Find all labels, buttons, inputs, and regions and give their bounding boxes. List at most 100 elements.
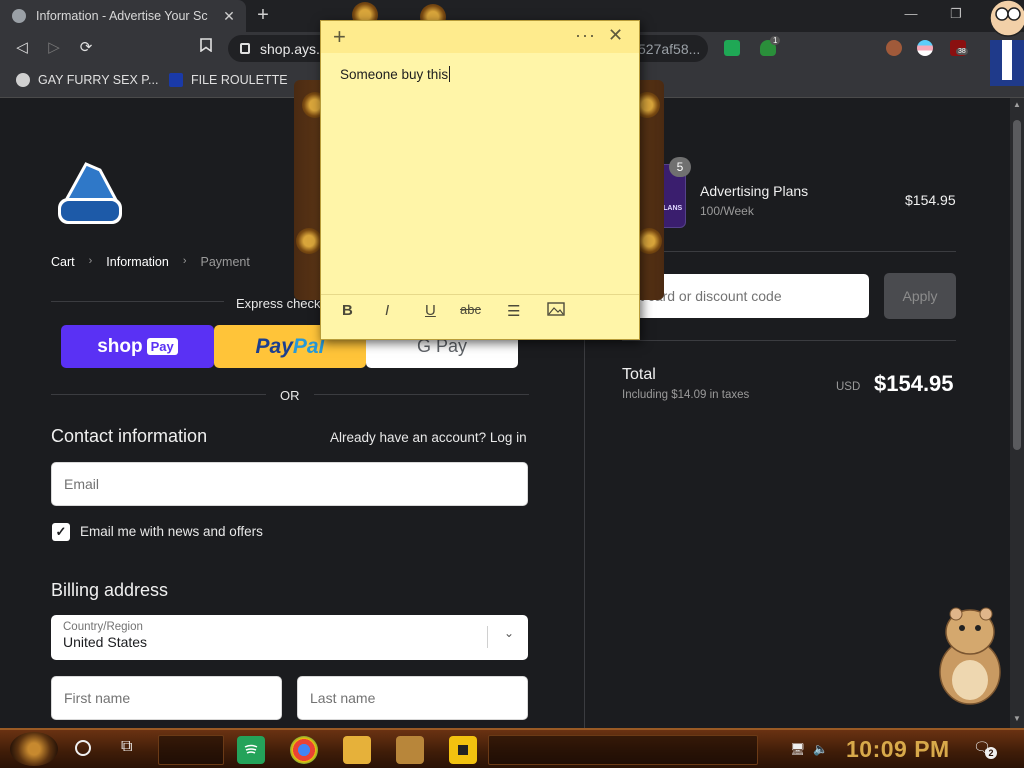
- game-app-icon[interactable]: [396, 736, 424, 764]
- lock-icon: [240, 43, 250, 54]
- shield-extension-icon[interactable]: 1: [760, 36, 781, 56]
- bookmark-item[interactable]: GAY FURRY SEX P...: [16, 73, 158, 87]
- scroll-up-icon[interactable]: ▲: [1010, 100, 1024, 112]
- strikethrough-icon[interactable]: abc: [460, 302, 481, 317]
- chrome-app-icon[interactable]: [290, 736, 318, 764]
- summary-divider: [622, 340, 956, 341]
- more-options-icon[interactable]: ···: [575, 25, 596, 46]
- email-field[interactable]: Email: [51, 462, 528, 506]
- notification-icon[interactable]: 🗨 2: [973, 739, 997, 759]
- spotify-app-icon[interactable]: [237, 736, 265, 764]
- gear-icon: [296, 228, 322, 254]
- total-label: Total: [622, 366, 656, 383]
- address-bar-url: shop.ays.: [260, 40, 320, 57]
- shop-pay-button[interactable]: shop Pay: [61, 325, 214, 368]
- notification-count: 2: [985, 747, 997, 759]
- cartoon-character-image: [989, 0, 1024, 86]
- tab-close-icon[interactable]: ✕: [220, 7, 238, 25]
- bookmark-item[interactable]: FILE ROULETTE: [169, 73, 288, 87]
- bullet-list-icon[interactable]: ☰: [507, 302, 520, 320]
- back-button[interactable]: ◁: [11, 37, 33, 59]
- newsletter-label: Email me with news and offers: [80, 524, 263, 539]
- product-price: $154.95: [905, 192, 956, 208]
- shop-pay-pill: Pay: [146, 338, 178, 355]
- hamster-mascot-image: [939, 607, 1001, 705]
- breadcrumb-information: Information: [106, 255, 169, 269]
- taskbar: ⧉ 🖥 🔈 10:09 PM 🗨 2: [0, 728, 1024, 768]
- or-label: OR: [280, 388, 300, 403]
- globe-icon: [12, 9, 26, 23]
- product-variant: 100/Week: [700, 204, 754, 218]
- total-amount: $154.95: [874, 371, 954, 396]
- contact-information-title: Contact information: [51, 426, 208, 446]
- underline-icon[interactable]: U: [425, 302, 436, 319]
- apply-button[interactable]: Apply: [884, 273, 956, 319]
- address-bar-url-tail: 527af58...: [638, 40, 701, 57]
- start-button[interactable]: [10, 732, 58, 766]
- taskbar-slot: [488, 735, 758, 765]
- breadcrumb-payment: Payment: [200, 255, 250, 269]
- tax-note: Including $14.09 in taxes: [622, 389, 750, 401]
- scroll-down-icon[interactable]: ▼: [1010, 714, 1024, 726]
- bold-icon[interactable]: B: [342, 302, 353, 319]
- flag-extension-icon[interactable]: [917, 40, 933, 56]
- extension-badge: 1: [770, 36, 781, 45]
- minimize-button[interactable]: —: [901, 6, 921, 24]
- bookmark-label: FILE ROULETTE: [191, 73, 288, 87]
- italic-icon[interactable]: I: [385, 302, 389, 319]
- globe-icon: [16, 73, 30, 87]
- sticky-notes-app-icon[interactable]: [449, 736, 477, 764]
- select-separator: [487, 626, 488, 648]
- file-roulette-icon: [169, 73, 183, 87]
- discount-code-field[interactable]: t card or discount code: [634, 274, 869, 318]
- summary-divider: [622, 251, 956, 252]
- forward-button[interactable]: ▷: [43, 37, 65, 59]
- new-tab-button[interactable]: +: [252, 4, 274, 26]
- quantity-badge: 5: [669, 157, 691, 177]
- extension-icon-green[interactable]: [724, 40, 740, 56]
- search-icon[interactable]: [75, 740, 91, 756]
- bookmark-icon[interactable]: [195, 37, 217, 59]
- product-name: Advertising Plans: [700, 183, 809, 199]
- country-select[interactable]: Country/Region United States ⌄: [51, 615, 528, 660]
- breadcrumb: Cart › Information › Payment: [51, 255, 250, 269]
- or-divider-left: [51, 394, 266, 395]
- sticky-note-window[interactable]: + ··· ✕ Someone buy this B I U abc ☰: [320, 20, 640, 340]
- add-note-icon[interactable]: +: [333, 24, 346, 50]
- image-icon[interactable]: [547, 302, 565, 320]
- page-scrollbar[interactable]: ▲ ▼: [1010, 98, 1024, 728]
- file-explorer-icon[interactable]: [343, 736, 371, 764]
- ublock-icon[interactable]: 38: [950, 40, 968, 56]
- tab-title: Information - Advertise Your Sc: [36, 9, 208, 23]
- login-link[interactable]: Already have an account? Log in: [330, 430, 527, 445]
- chevron-down-icon: ⌄: [503, 626, 514, 640]
- taskbar-clock[interactable]: 10:09 PM: [846, 736, 950, 763]
- browser-tab-active[interactable]: Information - Advertise Your Sc ✕: [0, 0, 246, 32]
- sticky-note-body[interactable]: Someone buy this: [340, 66, 451, 82]
- billing-address-title: Billing address: [51, 580, 169, 600]
- ays-logo: [58, 162, 122, 224]
- paypal-wordmark-a: Pay: [255, 334, 293, 358]
- sticky-note-text: Someone buy this: [340, 67, 449, 82]
- first-name-field[interactable]: First name: [51, 676, 282, 720]
- reload-button[interactable]: ⟳: [75, 37, 97, 59]
- bookmark-label: GAY FURRY SEX P...: [38, 73, 159, 87]
- breadcrumb-cart[interactable]: Cart: [51, 255, 75, 269]
- currency-code: USD: [836, 381, 861, 393]
- chevron-right-icon: ›: [182, 255, 187, 267]
- restore-button[interactable]: ❐: [946, 6, 966, 24]
- profile-avatar-icon[interactable]: [886, 40, 902, 56]
- or-divider-right: [314, 394, 529, 395]
- close-icon[interactable]: ✕: [608, 25, 623, 46]
- chevron-right-icon: ›: [88, 255, 93, 267]
- country-label: Country/Region: [63, 621, 143, 633]
- toolbar-divider: [321, 294, 639, 295]
- text-caret: [449, 66, 451, 82]
- newsletter-checkbox[interactable]: ✓: [52, 523, 70, 541]
- last-name-field[interactable]: Last name: [297, 676, 528, 720]
- task-view-icon[interactable]: ⧉: [121, 738, 132, 756]
- network-icon[interactable]: 🖥: [790, 742, 805, 756]
- volume-muted-icon[interactable]: 🔈: [813, 742, 828, 756]
- sticky-note-header[interactable]: + ··· ✕: [321, 21, 639, 53]
- scrollbar-thumb[interactable]: [1013, 120, 1021, 450]
